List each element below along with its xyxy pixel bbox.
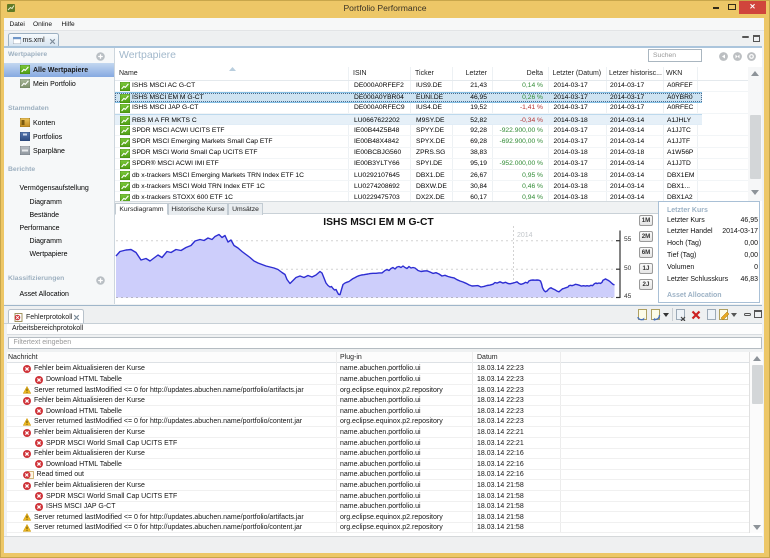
svg-text:2014: 2014	[517, 232, 533, 239]
